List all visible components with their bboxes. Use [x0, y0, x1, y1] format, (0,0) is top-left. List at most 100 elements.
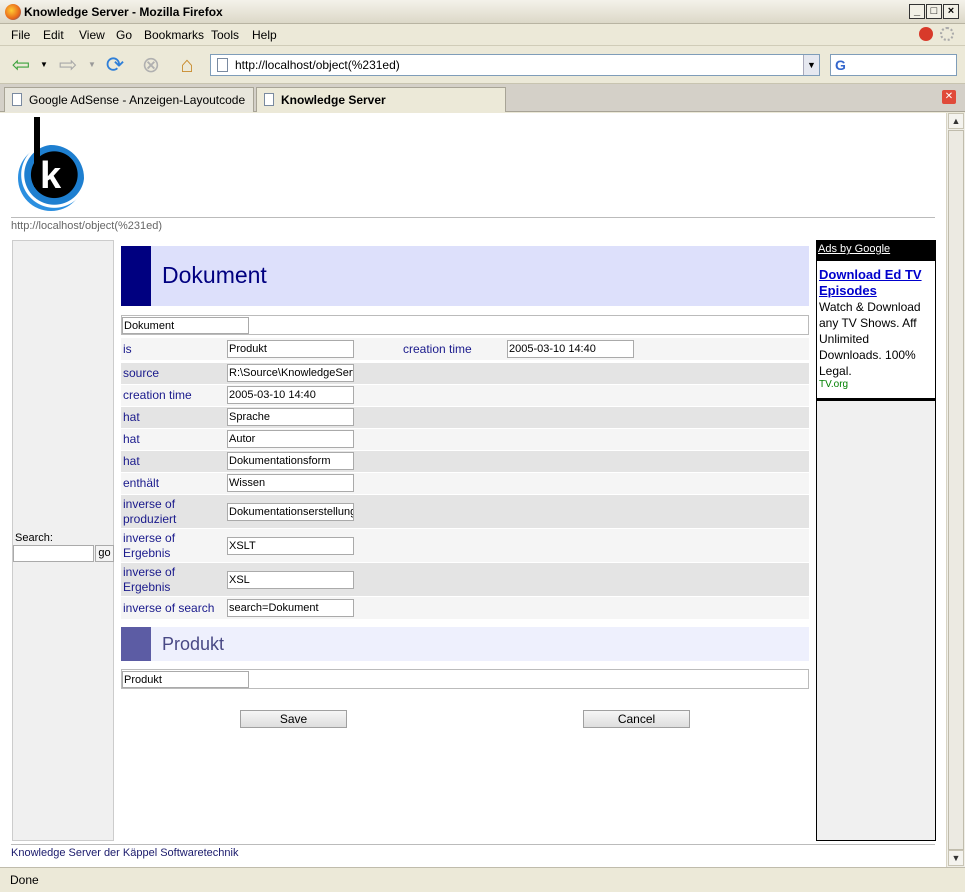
navigation-toolbar: ⇦ ▼ ⇨ ▼ ⟳ ⊗ ⌂ ▼ G — [0, 46, 965, 84]
ads-by-google-link[interactable]: Ads by Google — [818, 243, 890, 255]
property-row: is Produkt creation time 2005-03-10 14:4… — [121, 338, 809, 360]
property-value-field[interactable]: Dokumentationserstellung — [227, 503, 354, 521]
scroll-thumb[interactable] — [948, 130, 964, 850]
address-bar[interactable]: ▼ — [210, 54, 820, 76]
property-row: creation time 2005-03-10 14:40 — [121, 385, 809, 406]
property-value-field[interactable]: XSLT — [227, 537, 354, 555]
menu-help[interactable]: Help — [252, 28, 277, 42]
property-value-field[interactable]: Dokumentationsform — [227, 452, 354, 470]
subobject-title: Produkt — [162, 634, 225, 654]
property-row: hat Dokumentationsform — [121, 451, 809, 472]
search-label: Search: — [15, 532, 53, 544]
scroll-down-icon[interactable]: ▼ — [948, 850, 964, 866]
page-content: k http://localhost/object(%231ed) Search… — [0, 113, 946, 867]
tab-label: Knowledge Server — [281, 93, 386, 107]
object-name-field[interactable]: Dokument — [122, 317, 249, 334]
throbber-icon — [940, 27, 954, 41]
property-row: hat Sprache — [121, 407, 809, 428]
divider — [11, 844, 935, 845]
property-value-field[interactable]: XSL — [227, 571, 354, 589]
vertical-scrollbar[interactable]: ▲ ▼ — [946, 113, 965, 867]
property-label: inverse of search — [123, 601, 215, 615]
header-block — [121, 246, 151, 306]
forward-arrow-icon[interactable]: ⇨ — [55, 52, 81, 78]
firefox-icon — [5, 4, 21, 20]
knowledge-server-logo: k — [18, 117, 88, 211]
subobject-name-row: Produkt — [121, 669, 809, 689]
update-alert-icon[interactable] — [919, 27, 933, 41]
ads-header: Ads by Google — [817, 241, 935, 261]
scroll-up-icon[interactable]: ▲ — [948, 113, 964, 129]
window-title: Knowledge Server - Mozilla Firefox — [24, 5, 223, 19]
menu-go[interactable]: Go — [116, 28, 132, 42]
property-label: enthält — [123, 476, 160, 490]
property-label: hat — [123, 432, 140, 446]
property-row: hat Autor — [121, 429, 809, 450]
property-row: inverse of Ergebnis XSL — [121, 563, 809, 596]
object-title: Dokument — [162, 262, 267, 288]
property-value-field[interactable]: Produkt — [227, 340, 354, 358]
stop-icon[interactable]: ⊗ — [138, 52, 164, 78]
property-value-field[interactable]: Autor — [227, 430, 354, 448]
object-header: Dokument — [121, 246, 809, 306]
property-value-field[interactable]: 2005-03-10 14:40 — [507, 340, 634, 358]
property-row: source R:\Source\KnowledgeServ — [121, 363, 809, 384]
cancel-button[interactable]: Cancel — [583, 710, 690, 728]
page-icon — [12, 93, 22, 106]
property-label: source — [123, 366, 160, 380]
property-value-field[interactable]: R:\Source\KnowledgeServ — [227, 364, 354, 382]
close-tab-icon[interactable]: ✕ — [942, 90, 956, 104]
menu-bar: File Edit View Go Bookmarks Tools Help — [0, 24, 965, 46]
menu-view[interactable]: View — [79, 28, 105, 42]
window-titlebar: Knowledge Server - Mozilla Firefox _ □ × — [0, 0, 965, 24]
tab-google-adsense[interactable]: Google AdSense - Anzeigen-Layoutcode — [4, 87, 254, 112]
home-icon[interactable]: ⌂ — [174, 52, 200, 78]
close-window-button[interactable]: × — [943, 4, 959, 19]
save-button[interactable]: Save — [240, 710, 347, 728]
property-value-field[interactable]: 2005-03-10 14:40 — [227, 386, 354, 404]
header-block — [121, 627, 151, 661]
left-sidebar: Search: go — [12, 240, 114, 841]
menu-edit[interactable]: Edit — [43, 28, 64, 42]
google-search-icon[interactable]: G — [835, 57, 846, 73]
url-input[interactable] — [233, 57, 793, 73]
maximize-button[interactable]: □ — [926, 4, 942, 19]
property-label: creation time — [403, 342, 472, 356]
ads-panel: Ads by Google Download Ed TV Episodes Wa… — [816, 240, 936, 841]
property-value-field[interactable]: Sprache — [227, 408, 354, 426]
forward-dropdown-icon[interactable]: ▼ — [88, 60, 96, 69]
back-arrow-icon[interactable]: ⇦ — [8, 52, 34, 78]
property-value-field[interactable]: Wissen — [227, 474, 354, 492]
property-label: hat — [123, 454, 140, 468]
search-go-button[interactable]: go — [95, 545, 114, 562]
menu-bookmarks[interactable]: Bookmarks — [144, 28, 204, 42]
ad-title-link[interactable]: Download Ed TV Episodes — [819, 267, 931, 299]
back-dropdown-icon[interactable]: ▼ — [40, 60, 48, 69]
status-text: Done — [10, 873, 39, 887]
address-dropdown-icon[interactable]: ▼ — [803, 55, 819, 75]
object-name-row: Dokument — [121, 315, 809, 335]
ad-text: Watch & Download any TV Shows. Aff Unlim… — [819, 300, 921, 378]
tab-knowledge-server[interactable]: Knowledge Server — [256, 87, 506, 112]
reload-icon[interactable]: ⟳ — [102, 52, 128, 78]
page-icon — [264, 93, 274, 106]
menu-file[interactable]: File — [11, 28, 30, 42]
tab-label: Google AdSense - Anzeigen-Layoutcode — [29, 93, 246, 107]
subobject-name-field[interactable]: Produkt — [122, 671, 249, 688]
property-value-field[interactable]: search=Dokument — [227, 599, 354, 617]
minimize-button[interactable]: _ — [909, 4, 925, 19]
menu-tools[interactable]: Tools — [211, 28, 239, 42]
ad-unit: Download Ed TV Episodes Watch & Download… — [817, 261, 935, 401]
tab-bar: Google AdSense - Anzeigen-Layoutcode Kno… — [0, 84, 965, 112]
property-row: enthält Wissen — [121, 473, 809, 494]
property-row: inverse of Ergebnis XSLT — [121, 529, 809, 562]
property-row: inverse of search search=Dokument — [121, 597, 809, 619]
browser-search-box[interactable]: G — [830, 54, 957, 76]
ad-url[interactable]: TV.org — [819, 379, 848, 390]
property-label: hat — [123, 410, 140, 424]
property-label: is — [123, 342, 132, 356]
property-row: inverse of produziert Dokumentationserst… — [121, 495, 809, 528]
status-bar: Done — [0, 867, 965, 892]
search-input[interactable] — [13, 545, 94, 562]
property-label: inverse of Ergebnis — [123, 565, 176, 594]
